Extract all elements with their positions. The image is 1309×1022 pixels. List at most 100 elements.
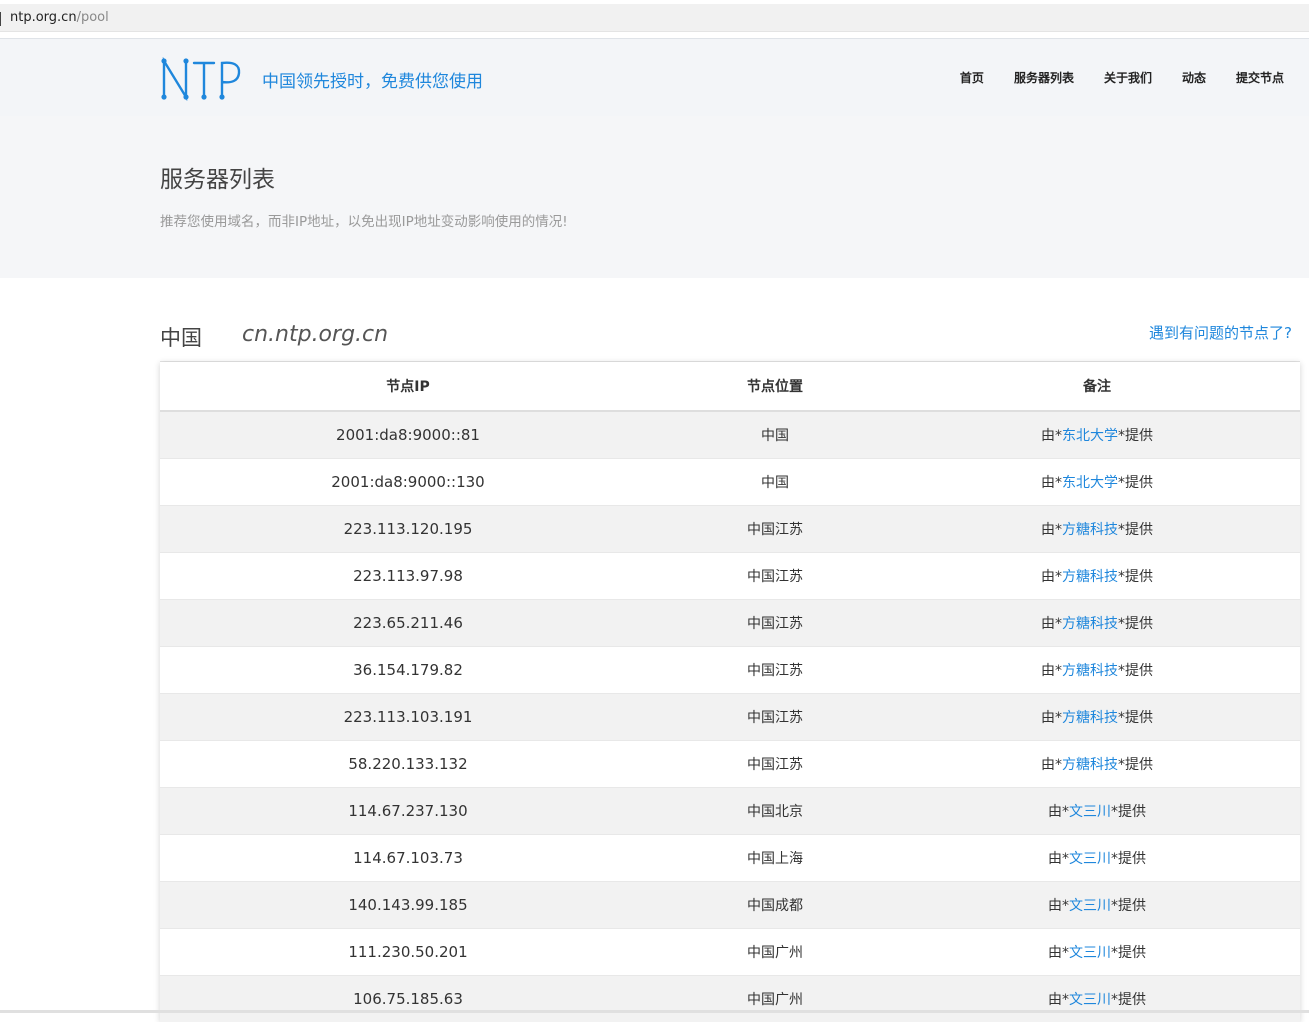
cell-ip: 114.67.103.73 [160, 835, 656, 882]
note-prefix: 由* [1048, 992, 1069, 1008]
provider-link[interactable]: 方糖科技 [1062, 522, 1118, 538]
table-row: 106.75.185.63中国广州 由*文三川*提供 [160, 976, 1300, 1022]
cell-note: 由*文三川*提供 [894, 835, 1300, 882]
table-row: 223.113.103.191中国江苏 由*方糖科技*提供 [160, 694, 1300, 741]
note-suffix: *提供 [1118, 663, 1153, 679]
note-prefix: 由* [1041, 757, 1062, 773]
table-row: 223.113.97.98中国江苏由*方糖科技*提供 [160, 553, 1300, 600]
note-suffix: *提供 [1111, 992, 1146, 1008]
page-subtitle: 推荐您使用域名，而非IP地址，以免出现IP地址变动影响使用的情况! [160, 210, 568, 230]
table-header-row: 节点IP 节点位置 备注 [160, 362, 1300, 411]
column-header-note: 备注 [894, 362, 1300, 411]
url-host: ntp.org.cn [10, 10, 77, 25]
provider-link[interactable]: 文三川 [1069, 851, 1111, 867]
cell-location: 中国 [656, 411, 894, 459]
provider-link[interactable]: 方糖科技 [1062, 757, 1118, 773]
server-table-container: 节点IP 节点位置 备注 2001:da8:9000::81中国由*东北大学*提… [160, 362, 1300, 1022]
provider-link[interactable]: 文三川 [1069, 804, 1111, 820]
cell-ip: 2001:da8:9000::81 [160, 411, 656, 459]
cell-ip: 223.113.120.195 [160, 506, 656, 553]
provider-link[interactable]: 方糖科技 [1062, 616, 1118, 632]
table-row: 2001:da8:9000::130中国由*东北大学*提供 [160, 459, 1300, 506]
note-prefix: 由* [1048, 851, 1069, 867]
note-suffix: *提供 [1118, 616, 1153, 632]
provider-link[interactable]: 方糖科技 [1062, 710, 1118, 726]
cell-location: 中国江苏 [656, 600, 894, 647]
cell-location: 中国广州 [656, 976, 894, 1022]
note-suffix: *提供 [1111, 945, 1146, 961]
note-suffix: *提供 [1118, 475, 1153, 491]
text-caret [0, 12, 1, 26]
cell-note: 由*文三川*提供 [894, 788, 1300, 835]
cell-ip: 223.113.97.98 [160, 553, 656, 600]
provider-link[interactable]: 方糖科技 [1062, 569, 1118, 585]
provider-link[interactable]: 文三川 [1069, 898, 1111, 914]
nav-about[interactable]: 关于我们 [1104, 69, 1152, 86]
server-table: 节点IP 节点位置 备注 2001:da8:9000::81中国由*东北大学*提… [160, 362, 1300, 1022]
note-prefix: 由* [1041, 663, 1062, 679]
note-suffix: *提供 [1111, 851, 1146, 867]
main-nav: 首页 服务器列表 关于我们 动态 提交节点 [960, 69, 1284, 86]
cell-location: 中国江苏 [656, 553, 894, 600]
nav-submit-node[interactable]: 提交节点 [1236, 69, 1284, 86]
cell-ip: 114.67.237.130 [160, 788, 656, 835]
report-problem-link[interactable]: 遇到有问题的节点了? [1149, 322, 1292, 343]
cell-location: 中国江苏 [656, 647, 894, 694]
cell-ip: 223.65.211.46 [160, 600, 656, 647]
column-header-ip: 节点IP [160, 362, 656, 411]
table-row: 58.220.133.132中国江苏 由*方糖科技*提供 [160, 741, 1300, 788]
provider-link[interactable]: 文三川 [1069, 992, 1111, 1008]
cell-ip: 58.220.133.132 [160, 741, 656, 788]
note-prefix: 由* [1041, 428, 1062, 444]
region-title: 中国 [160, 322, 202, 352]
cell-note: 由*文三川*提供 [894, 929, 1300, 976]
cell-note: 由*东北大学*提供 [894, 459, 1300, 506]
cell-location: 中国江苏 [656, 741, 894, 788]
note-suffix: *提供 [1118, 710, 1153, 726]
cell-ip: 36.154.179.82 [160, 647, 656, 694]
page-title: 服务器列表 [160, 160, 275, 194]
note-prefix: 由* [1048, 898, 1069, 914]
note-suffix: *提供 [1118, 757, 1153, 773]
table-row: 223.65.211.46中国江苏由*方糖科技*提供 [160, 600, 1300, 647]
note-prefix: 由* [1048, 945, 1069, 961]
url-path: /pool [77, 10, 109, 25]
provider-link[interactable]: 东北大学 [1062, 428, 1118, 444]
note-prefix: 由* [1041, 710, 1062, 726]
table-row: 36.154.179.82中国江苏 由*方糖科技*提供 [160, 647, 1300, 694]
nav-server-list[interactable]: 服务器列表 [1014, 69, 1074, 86]
provider-link[interactable]: 文三川 [1069, 945, 1111, 961]
note-prefix: 由* [1041, 616, 1062, 632]
note-suffix: *提供 [1118, 428, 1153, 444]
site-header: 中国领先授时，免费供您使用 首页 服务器列表 关于我们 动态 提交节点 [0, 38, 1309, 117]
cell-location: 中国江苏 [656, 694, 894, 741]
browser-address-bar[interactable]: ntp.org.cn/pool [0, 4, 1309, 32]
cell-note: 由*方糖科技*提供 [894, 600, 1300, 647]
cell-note: 由*东北大学*提供 [894, 411, 1300, 459]
cell-ip: 223.113.103.191 [160, 694, 656, 741]
column-header-location: 节点位置 [656, 362, 894, 411]
ntp-logo[interactable] [160, 57, 242, 101]
url-text[interactable]: ntp.org.cn/pool [10, 10, 109, 25]
cell-ip: 106.75.185.63 [160, 976, 656, 1022]
cell-ip: 2001:da8:9000::130 [160, 459, 656, 506]
note-suffix: *提供 [1111, 804, 1146, 820]
table-row: 114.67.237.130中国北京由*文三川*提供 [160, 788, 1300, 835]
note-prefix: 由* [1041, 475, 1062, 491]
cell-ip: 111.230.50.201 [160, 929, 656, 976]
site-slogan: 中国领先授时，免费供您使用 [262, 67, 483, 92]
table-row: 2001:da8:9000::81中国由*东北大学*提供 [160, 411, 1300, 459]
cell-location: 中国成都 [656, 882, 894, 929]
table-row: 114.67.103.73中国上海由*文三川*提供 [160, 835, 1300, 882]
note-prefix: 由* [1048, 804, 1069, 820]
nav-home[interactable]: 首页 [960, 69, 984, 86]
note-suffix: *提供 [1118, 522, 1153, 538]
table-row: 223.113.120.195中国江苏由*方糖科技*提供 [160, 506, 1300, 553]
provider-link[interactable]: 东北大学 [1062, 475, 1118, 491]
cell-note: 由*方糖科技*提供 [894, 506, 1300, 553]
nav-news[interactable]: 动态 [1182, 69, 1206, 86]
note-prefix: 由* [1041, 522, 1062, 538]
provider-link[interactable]: 方糖科技 [1062, 663, 1118, 679]
table-body: 2001:da8:9000::81中国由*东北大学*提供2001:da8:900… [160, 411, 1300, 1022]
cell-location: 中国江苏 [656, 506, 894, 553]
